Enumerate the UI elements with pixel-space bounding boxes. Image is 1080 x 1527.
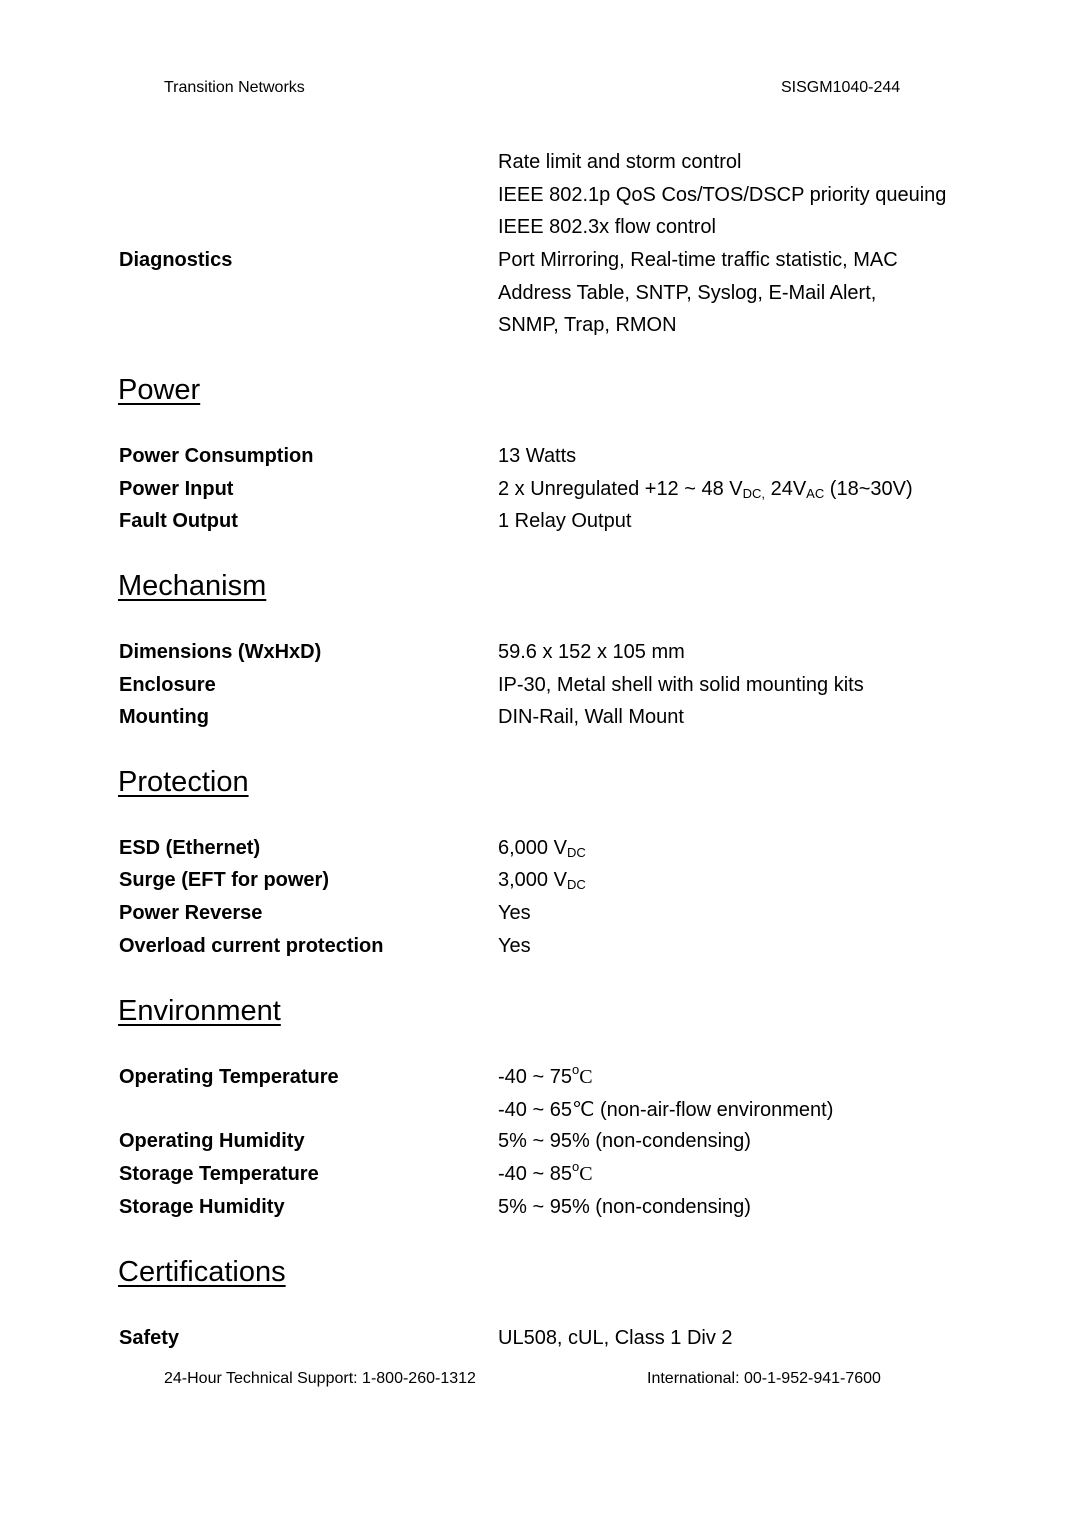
spec-value: IP-30, Metal shell with solid mounting k… xyxy=(498,674,864,696)
spec-label: Surge (EFT for power) xyxy=(119,869,329,891)
header-model: SISGM1040-244 xyxy=(781,79,901,96)
spec-label: Diagnostics xyxy=(119,249,233,271)
section-title-protection: Protection xyxy=(118,766,249,798)
spec-label: Enclosure xyxy=(119,674,216,696)
footer-international: International: 00-1-952-941-7600 xyxy=(647,1370,881,1387)
spec-value: UL508, cUL, Class 1 Div 2 xyxy=(498,1327,733,1349)
spec-value: SNMP, Trap, RMON xyxy=(498,314,677,336)
spec-label: Storage Humidity xyxy=(119,1196,285,1218)
header-company: Transition Networks xyxy=(164,79,305,96)
spec-label: Power Consumption xyxy=(119,445,314,467)
spec-value: Yes xyxy=(498,902,531,924)
footer-support: 24-Hour Technical Support: 1-800-260-131… xyxy=(164,1370,476,1387)
spec-label: Dimensions (WxHxD) xyxy=(119,641,322,663)
spec-label: Power Input xyxy=(119,478,234,500)
spec-value: DIN-Rail, Wall Mount xyxy=(498,706,684,728)
spec-value: Rate limit and storm control xyxy=(498,151,742,173)
spec-label: Power Reverse xyxy=(119,902,263,924)
spec-value: -40 ~ 75oC xyxy=(498,1062,593,1088)
spec-value: 6,000 VDC xyxy=(498,837,586,860)
spec-label: Operating Temperature xyxy=(119,1066,339,1088)
spec-label: ESD (Ethernet) xyxy=(119,837,261,859)
spec-value: 13 Watts xyxy=(498,445,577,467)
spec-value: Port Mirroring, Real-time traffic statis… xyxy=(498,249,898,271)
section-title-mechanism: Mechanism xyxy=(118,570,267,602)
spec-value: 1 Relay Output xyxy=(498,510,632,532)
spec-value: -40 ~ 65℃ (non-air-flow environment) xyxy=(498,1099,834,1121)
spec-row-diagnostics: Diagnostics Port Mirroring, Real-time tra… xyxy=(0,249,1080,282)
spec-value: 5% ~ 95% (non-condensing) xyxy=(498,1196,751,1218)
spec-label: Safety xyxy=(119,1327,180,1349)
spec-label: Overload current protection xyxy=(119,935,384,957)
section-title-power: Power xyxy=(118,374,201,406)
section-title-certifications: Certifications xyxy=(118,1256,286,1288)
section-title-environment: Environment xyxy=(118,995,281,1027)
spec-value: 3,000 VDC xyxy=(498,869,586,892)
spec-value: 2 x Unregulated +12 ~ 48 VDC, 24VAC (18~… xyxy=(498,478,913,501)
spec-value: IEEE 802.1p QoS Cos/TOS/DSCP priority qu… xyxy=(498,184,947,206)
spec-value: -40 ~ 85oC xyxy=(498,1159,593,1185)
spec-label: Operating Humidity xyxy=(119,1130,305,1152)
spec-label: Storage Temperature xyxy=(119,1163,319,1185)
spec-value: 5% ~ 95% (non-condensing) xyxy=(498,1130,751,1152)
spec-value: Address Table, SNTP, Syslog, E-Mail Aler… xyxy=(498,282,877,304)
spec-value: 59.6 x 152 x 105 mm xyxy=(498,641,685,663)
spec-label: Mounting xyxy=(119,706,209,728)
spec-label: Fault Output xyxy=(119,510,238,532)
spec-value: IEEE 802.3x flow control xyxy=(498,216,716,238)
spec-value: Yes xyxy=(498,935,531,957)
